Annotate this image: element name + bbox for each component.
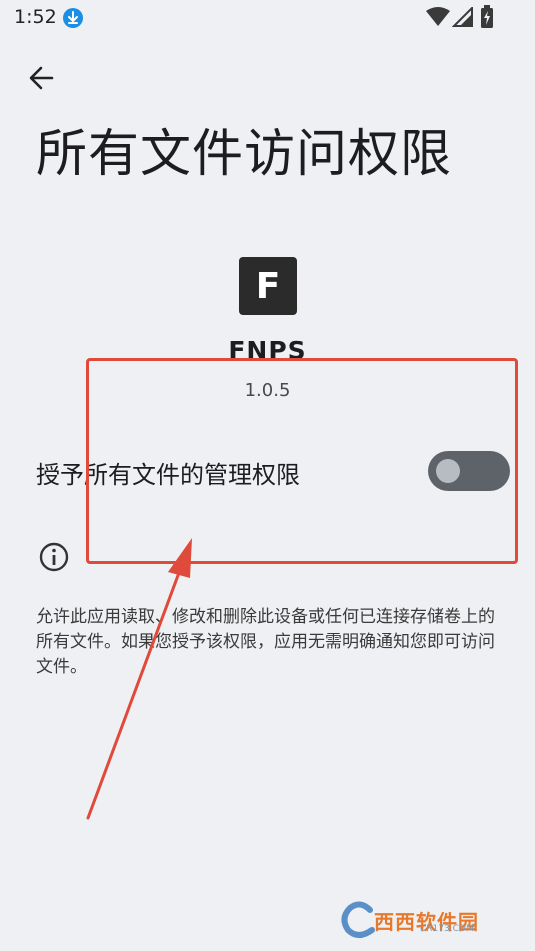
app-icon-letter: F: [255, 265, 281, 307]
permission-toggle[interactable]: [428, 451, 510, 491]
battery-icon: [481, 5, 493, 28]
wifi-icon: [426, 7, 450, 26]
permission-description: 允许此应用读取、修改和删除此设备或任何已连接存储卷上的所有文件。如果您授予该权限…: [36, 607, 495, 677]
status-time: 1:52: [14, 6, 57, 28]
info-icon: [39, 542, 69, 572]
app-icon: F: [239, 257, 297, 315]
watermark-logo: 西西软件园: [340, 898, 520, 942]
arrow-left-icon: [29, 66, 54, 90]
status-bar: 1:52: [0, 0, 535, 36]
permission-label: 授予所有文件的管理权限: [36, 461, 300, 489]
download-icon: [63, 8, 83, 28]
app-version: 1.0.5: [244, 380, 291, 401]
signal-icon: [452, 7, 473, 27]
toggle-knob: [436, 459, 460, 483]
watermark-c-icon: [341, 901, 375, 938]
watermark-sub: CR173.COM: [420, 924, 474, 934]
app-name: FNPS: [228, 336, 307, 365]
back-button[interactable]: [24, 60, 60, 96]
page-title: 所有文件访问权限: [36, 125, 453, 184]
